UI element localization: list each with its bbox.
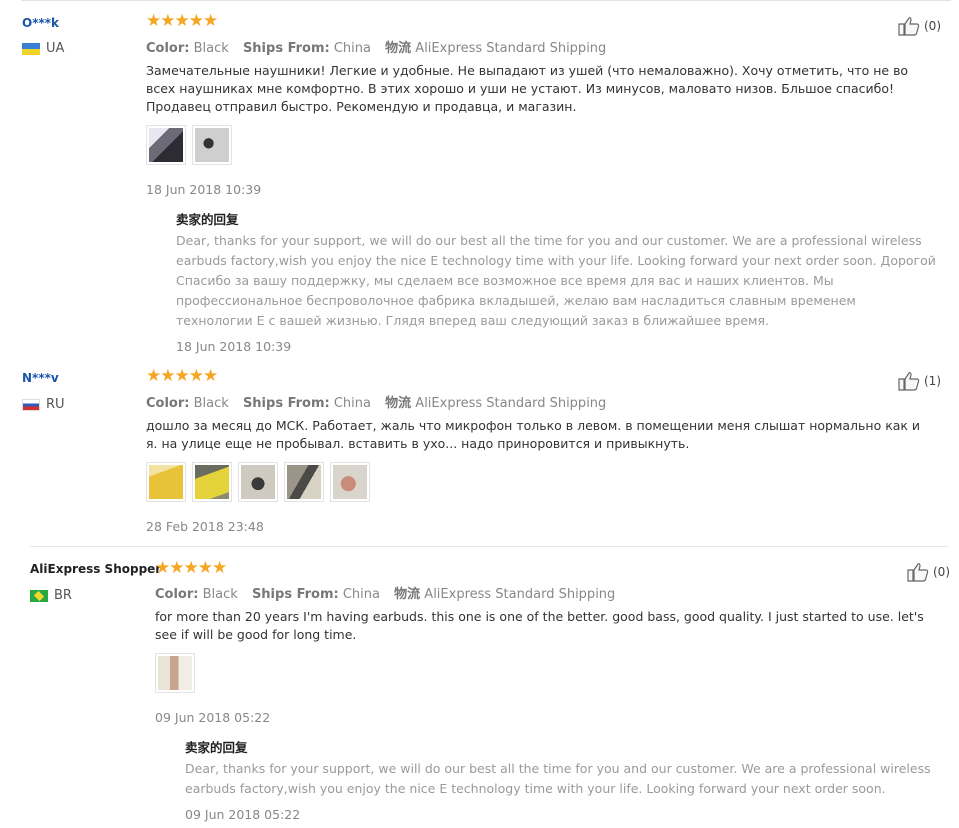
ships-from-value: China (333, 41, 371, 56)
seller-reply-date: 09 Jun 2018 05:22 (185, 807, 301, 822)
color-label: Color: (146, 396, 190, 411)
logistics-value: AliExpress Standard Shipping (415, 41, 607, 56)
review-photo[interactable] (155, 653, 195, 693)
review-photo[interactable] (238, 462, 278, 502)
logistics-label: 物流 (385, 41, 412, 56)
brazil-flag-icon (30, 589, 48, 602)
like-count: (0) (924, 19, 941, 33)
color-value: Black (193, 396, 229, 411)
reviewer-name[interactable]: N***v (22, 371, 59, 385)
review-photo[interactable] (192, 125, 232, 165)
ships-from-value: China (333, 396, 371, 411)
seller-reply-title: 卖家的回复 (176, 212, 239, 227)
ships-from-value: China (342, 587, 380, 602)
review-date: 18 Jun 2018 10:39 (146, 182, 262, 197)
review-photo[interactable] (146, 125, 186, 165)
top-divider (21, 0, 951, 1)
color-label: Color: (155, 587, 199, 602)
order-attributes: Color: Black Ships From: China 物流 AliExp… (146, 392, 606, 411)
color-label: Color: (146, 41, 190, 56)
logistics-label: 物流 (385, 396, 412, 411)
review-photo[interactable] (284, 462, 324, 502)
ships-from-label: Ships From: (251, 587, 339, 602)
reviewer-name[interactable]: AliExpress Shopper (30, 562, 161, 576)
thumbs-up-icon (898, 17, 920, 36)
russia-flag-icon (22, 398, 40, 411)
logistics-value: AliExpress Standard Shipping (424, 587, 616, 602)
star-rating: ★★★★★ (155, 558, 227, 578)
like-count: (0) (933, 565, 950, 579)
review-text: дошло за месяц до МСК. Работает, жаль чт… (146, 418, 921, 451)
reviewer-name[interactable]: O***k (22, 16, 59, 30)
reviewer-country: RU (22, 397, 65, 412)
review-photos (146, 462, 370, 502)
review-text: for more than 20 years I'm having earbud… (155, 609, 924, 642)
ukraine-flag-icon (22, 42, 40, 55)
like-count: (1) (924, 374, 941, 388)
seller-reply-text: Dear, thanks for your support, we will d… (185, 761, 931, 796)
review-divider (30, 546, 948, 547)
color-value: Black (193, 41, 229, 56)
seller-reply-date: 18 Jun 2018 10:39 (176, 339, 292, 354)
logistics-value: AliExpress Standard Shipping (415, 396, 607, 411)
color-value: Black (202, 587, 238, 602)
helpful-like-button[interactable]: (1) (897, 371, 941, 391)
country-code: UA (46, 41, 65, 56)
review-date: 09 Jun 2018 05:22 (155, 710, 271, 725)
thumbs-up-icon (907, 563, 929, 582)
reviewer-country: BR (30, 588, 72, 603)
star-rating: ★★★★★ (146, 366, 218, 386)
seller-reply-title: 卖家的回复 (185, 740, 248, 755)
review-date: 28 Feb 2018 23:48 (146, 519, 264, 534)
review-photos (155, 653, 195, 693)
thumbs-up-icon (898, 372, 920, 391)
seller-reply-text: Dear, thanks for your support, we will d… (176, 233, 936, 328)
review-photo[interactable] (146, 462, 186, 502)
review-photo[interactable] (330, 462, 370, 502)
review-text: Замечательные наушники! Легкие и удобные… (146, 63, 909, 114)
review-photos (146, 125, 232, 165)
ships-from-label: Ships From: (242, 396, 330, 411)
logistics-label: 物流 (394, 587, 421, 602)
review-photo[interactable] (192, 462, 232, 502)
country-code: BR (54, 588, 72, 603)
order-attributes: Color: Black Ships From: China 物流 AliExp… (146, 37, 606, 56)
star-rating: ★★★★★ (146, 11, 218, 31)
ships-from-label: Ships From: (242, 41, 330, 56)
helpful-like-button[interactable]: (0) (897, 16, 941, 36)
country-code: RU (46, 397, 65, 412)
helpful-like-button[interactable]: (0) (906, 562, 950, 582)
reviewer-country: UA (22, 41, 64, 56)
order-attributes: Color: Black Ships From: China 物流 AliExp… (155, 583, 615, 602)
